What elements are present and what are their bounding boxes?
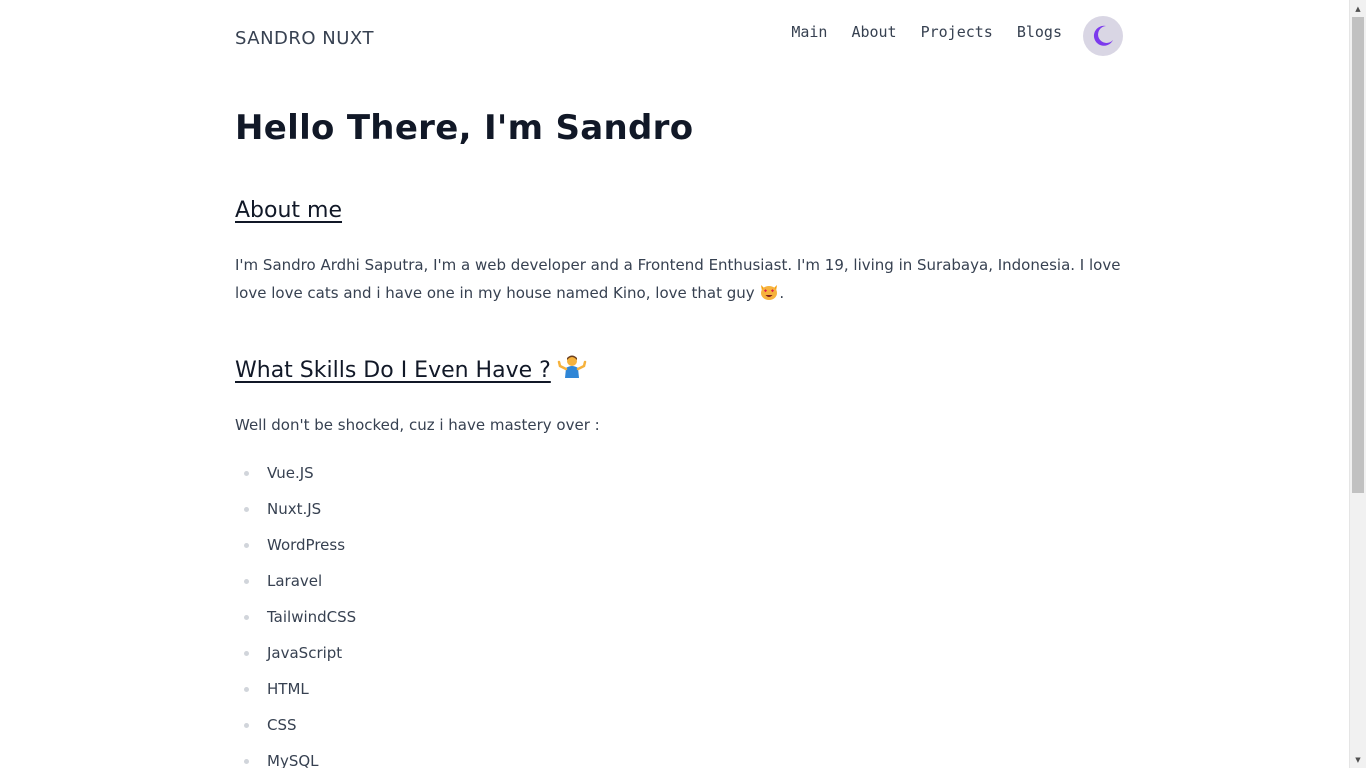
list-item: HTML bbox=[235, 674, 356, 710]
skill-label: MySQL bbox=[267, 752, 319, 768]
skill-label: Laravel bbox=[267, 572, 323, 590]
about-heading: About me bbox=[235, 198, 343, 223]
nav-link-main[interactable]: Main bbox=[791, 21, 827, 43]
bullet-icon bbox=[244, 687, 249, 692]
person-shrugging-icon bbox=[557, 355, 587, 378]
about-paragraph: I'm Sandro Ardhi Saputra, I'm a web deve… bbox=[235, 251, 1123, 307]
page-viewport: SANDRO NUXT Main About Projects Blogs He… bbox=[0, 0, 1349, 768]
bullet-icon bbox=[244, 507, 249, 512]
list-item: Nuxt.JS bbox=[235, 494, 356, 530]
scrollbar-thumb[interactable] bbox=[1352, 17, 1364, 493]
list-item: Laravel bbox=[235, 566, 356, 602]
brand-logo-link[interactable]: SANDRO NUXT bbox=[235, 28, 374, 49]
nav-link-about[interactable]: About bbox=[851, 21, 896, 43]
skills-heading-text: What Skills Do I Even Have ? bbox=[235, 358, 551, 383]
moon-icon bbox=[1093, 25, 1113, 46]
bullet-icon bbox=[244, 543, 249, 548]
bullet-icon bbox=[244, 615, 249, 620]
skill-label: WordPress bbox=[267, 536, 346, 554]
skill-label: Nuxt.JS bbox=[267, 500, 322, 518]
skill-label: TailwindCSS bbox=[267, 608, 357, 626]
scroll-up-arrow-icon[interactable]: ▲ bbox=[1350, 0, 1366, 17]
bullet-icon bbox=[244, 471, 249, 476]
nav-link-blogs[interactable]: Blogs bbox=[1017, 21, 1062, 43]
list-item: JavaScript bbox=[235, 638, 356, 674]
about-text: I'm Sandro Ardhi Saputra, I'm a web deve… bbox=[235, 256, 1121, 302]
theme-toggle-button[interactable] bbox=[1083, 16, 1123, 56]
top-navbar: SANDRO NUXT Main About Projects Blogs bbox=[235, 0, 1123, 80]
skill-label: JavaScript bbox=[267, 644, 343, 662]
heart-eyes-cat-icon bbox=[761, 284, 778, 300]
nav-link-projects[interactable]: Projects bbox=[921, 21, 993, 43]
skills-list: Vue.JS Nuxt.JS WordPress Laravel Tailwin… bbox=[235, 458, 356, 768]
bullet-icon bbox=[244, 651, 249, 656]
scroll-down-arrow-icon[interactable]: ▼ bbox=[1350, 751, 1366, 768]
list-item: MySQL bbox=[235, 746, 356, 768]
list-item: TailwindCSS bbox=[235, 602, 356, 638]
skill-label: CSS bbox=[267, 716, 297, 734]
bullet-icon bbox=[244, 759, 249, 764]
bullet-icon bbox=[244, 579, 249, 584]
page-title: Hello There, I'm Sandro bbox=[235, 108, 694, 148]
skills-intro: Well don't be shocked, cuz i have master… bbox=[235, 416, 600, 434]
list-item: CSS bbox=[235, 710, 356, 746]
list-item: Vue.JS bbox=[235, 458, 356, 494]
about-text-end: . bbox=[779, 284, 785, 302]
skill-label: Vue.JS bbox=[267, 464, 314, 482]
main-nav: Main About Projects Blogs bbox=[791, 21, 1062, 43]
skills-heading: What Skills Do I Even Have ? bbox=[235, 355, 587, 386]
bullet-icon bbox=[244, 723, 249, 728]
list-item: WordPress bbox=[235, 530, 356, 566]
skill-label: HTML bbox=[267, 680, 309, 698]
vertical-scrollbar[interactable]: ▲ ▼ bbox=[1349, 0, 1366, 768]
